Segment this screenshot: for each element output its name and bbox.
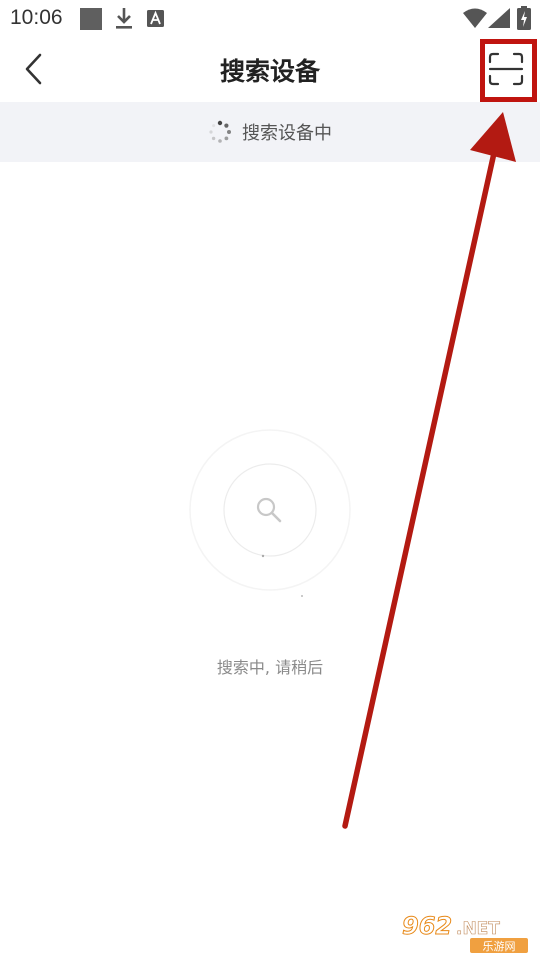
signal-icon <box>488 8 510 28</box>
status-time: 10:06 <box>10 6 63 29</box>
wifi-icon <box>463 8 487 28</box>
searching-label: 搜索设备中 <box>242 123 332 144</box>
searching-hint: 搜索中, 请稍后 <box>216 658 324 677</box>
back-button[interactable] <box>16 50 52 88</box>
svg-text:.NET: .NET <box>456 919 500 939</box>
loading-spinner-icon <box>209 120 231 143</box>
page-title: 搜索设备 <box>219 57 320 86</box>
searching-banner: 搜索设备中 <box>0 102 540 162</box>
nav-bar: 搜索设备 <box>0 36 540 102</box>
status-bar: 10:06 <box>0 0 540 36</box>
svg-text:962: 962 <box>402 912 452 940</box>
svg-text:乐游网: 乐游网 <box>483 940 516 953</box>
download-icon <box>116 8 132 29</box>
chevron-left-icon <box>25 53 42 85</box>
battery-charging-icon <box>517 6 531 30</box>
scan-button[interactable] <box>486 50 526 88</box>
watermark-logo: 962 .NET 乐游网 <box>402 912 528 953</box>
scan-icon <box>488 52 524 86</box>
radar-animation <box>189 429 351 597</box>
annotation-arrow <box>342 112 516 829</box>
font-a-icon <box>147 10 164 27</box>
notification-square-icon <box>80 8 102 30</box>
